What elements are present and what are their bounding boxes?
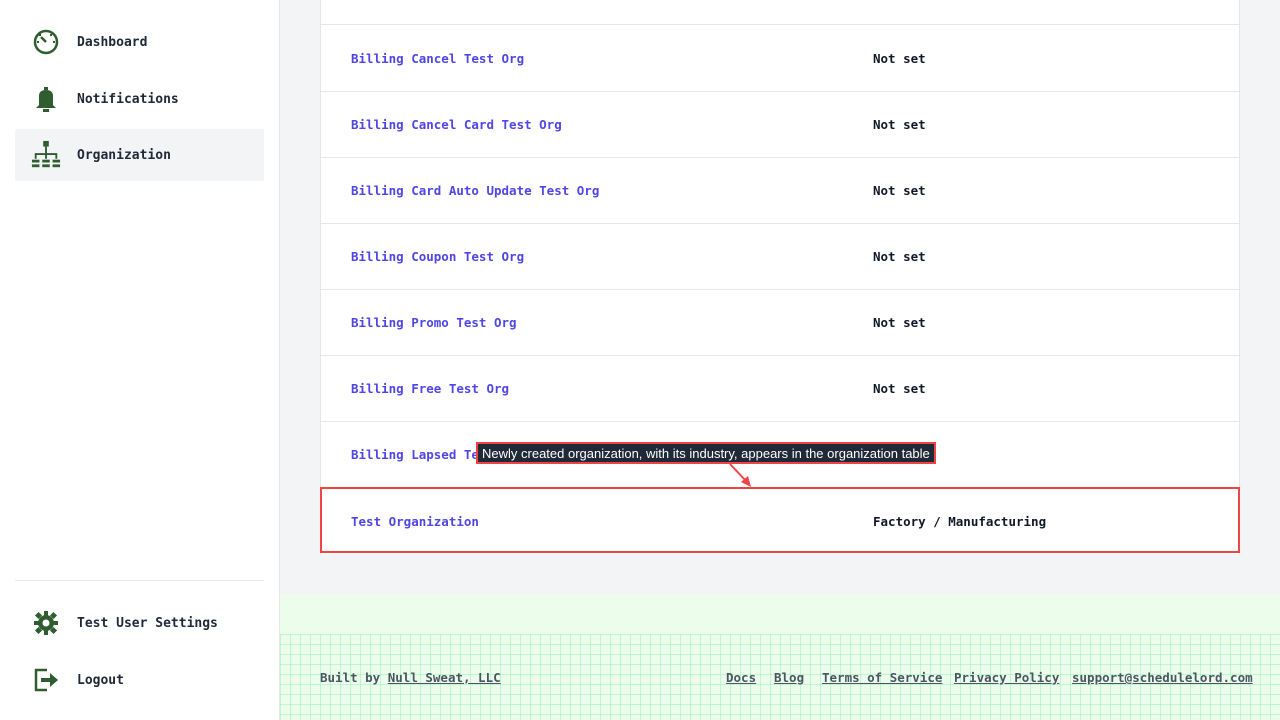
gear-icon [31, 608, 61, 638]
organization-industry: Not set [873, 51, 926, 66]
organization-industry: Not set [873, 315, 926, 330]
table-row: Billing Card Auto Update Test Org Not se… [321, 158, 1239, 224]
sidebar-item-user-settings[interactable]: Test User Settings [15, 597, 264, 649]
bell-icon [31, 84, 61, 114]
organization-industry: Not set [873, 249, 926, 264]
table-row: Billing Cancel Card Test Org Not set [321, 92, 1239, 158]
footer-link-label[interactable]: Privacy Policy [954, 670, 1059, 685]
organization-name-link[interactable]: Billing Cancel Card Test Org [351, 117, 562, 132]
built-by-link[interactable]: Null Sweat, LLC [388, 670, 501, 685]
footer-link-label[interactable]: support@schedulelord.com [1072, 670, 1253, 685]
footer-link-docs[interactable]: Docs [726, 670, 756, 685]
organization-industry: Not set [873, 381, 926, 396]
footer-link-label[interactable]: Blog [774, 670, 804, 685]
sidebar-item-label: Logout [77, 672, 124, 688]
organization-industry: Not set [873, 183, 926, 198]
sidebar: Dashboard Notifications Organization Tes… [0, 0, 280, 720]
footer-link-terms[interactable]: Terms of Service [822, 670, 942, 685]
organization-industry: Not set [873, 117, 926, 132]
sidebar-item-label: Dashboard [77, 34, 148, 50]
sidebar-item-organization[interactable]: Organization [15, 129, 264, 181]
annotation-callout: Newly created organization, with its ind… [476, 442, 936, 464]
sidebar-item-notifications[interactable]: Notifications [15, 73, 264, 125]
logout-icon [31, 665, 61, 695]
sidebar-divider [15, 580, 264, 581]
table-row: Billing Free Test Org Not set [321, 356, 1239, 422]
table-row [321, 0, 1239, 25]
dashboard-icon [31, 27, 61, 57]
table-row: Billing Promo Test Org Not set [321, 290, 1239, 356]
footer-link-blog[interactable]: Blog [774, 670, 804, 685]
table-row: Billing Coupon Test Org Not set [321, 224, 1239, 290]
organization-name-link[interactable]: Billing Card Auto Update Test Org [351, 183, 599, 198]
organization-name-link[interactable]: Billing Promo Test Org [351, 315, 517, 330]
organization-name-link[interactable]: Billing Cancel Test Org [351, 51, 524, 66]
organization-name-link[interactable]: Billing Coupon Test Org [351, 249, 524, 264]
footer-link-label[interactable]: Docs [726, 670, 756, 685]
sidebar-item-label: Notifications [77, 91, 179, 107]
footer-credit: Built by Null Sweat, LLC [320, 670, 501, 685]
organization-table: Billing Cancel Test Org Not set Billing … [320, 0, 1240, 554]
annotation-arrow [729, 463, 751, 487]
table-row-new: Test Organization Factory / Manufacturin… [321, 488, 1239, 554]
organization-industry: Factory / Manufacturing [873, 513, 1047, 529]
footer-link-label[interactable]: Terms of Service [822, 670, 942, 685]
table-row: Billing Cancel Test Org Not set [321, 26, 1239, 92]
organization-name-link[interactable]: Billing Free Test Org [351, 381, 509, 396]
footer-link-privacy[interactable]: Privacy Policy [954, 670, 1059, 685]
organization-name-link[interactable]: Billing Lapsed Tes [351, 447, 486, 462]
sidebar-item-label: Test User Settings [77, 615, 218, 631]
sidebar-item-logout[interactable]: Logout [15, 654, 264, 706]
sidebar-item-dashboard[interactable]: Dashboard [15, 16, 264, 68]
footer-link-support-email[interactable]: support@schedulelord.com [1072, 670, 1253, 685]
sidebar-item-label: Organization [77, 147, 171, 163]
org-chart-icon [31, 140, 61, 170]
built-by-prefix: Built by [320, 670, 381, 685]
organization-name-link[interactable]: Test Organization [351, 514, 479, 529]
